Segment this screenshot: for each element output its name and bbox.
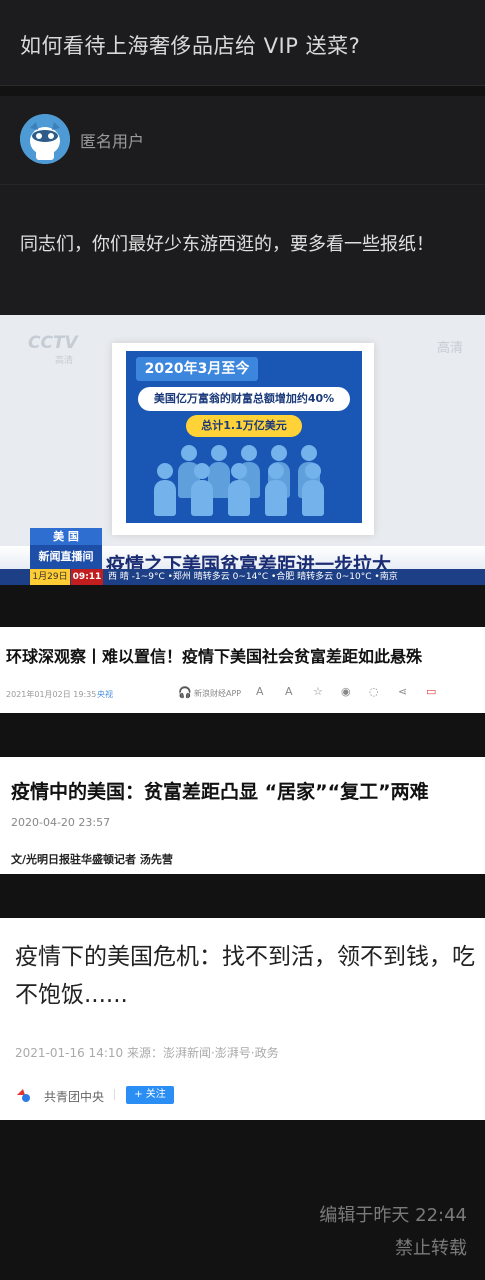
answer-body: 同志们，你们最好少东游西逛的，要多看一些报纸！ [0,184,485,315]
article-screenshot-2[interactable]: 疫情中的美国：贫富差距凸显 “居家”“复工”两难 2020-04-20 23:5… [0,757,485,874]
headphones-icon: 🎧 [178,686,192,699]
channel-badge-name: 新闻直播间 [38,550,94,563]
person-icon [211,445,227,461]
hd-mark: 高清 [436,341,463,356]
article-title: 环球深观察丨难以置信！疫情下美国社会贫富差距如此悬殊 [6,647,423,666]
person-icon [157,463,173,479]
channel-badge: 美 国 新闻直播间 [30,528,102,571]
divider [114,1089,115,1100]
board-stat-line: 美国亿万富翁的财富总额增加约40% [138,387,350,411]
font-decrease-icon: A [256,685,264,698]
article-meta: 2021-01-16 14:10 来源：澎湃新闻·澎湃号·政务 [15,1046,279,1060]
person-icon [181,445,197,461]
font-increase-icon: A [285,685,293,698]
question-title[interactable]: 如何看待上海奢侈品店给 VIP 送菜? [20,30,360,60]
anonymous-avatar-icon[interactable] [20,114,70,164]
ticker-time: 09:11 [71,569,103,585]
article-source: 央视 [97,690,113,699]
info-board-panel: 2020年3月至今 美国亿万富翁的财富总额增加约40% 总计1.1万亿美元 [126,351,362,523]
person-icon [265,480,287,516]
info-board: 2020年3月至今 美国亿万富翁的财富总额增加约40% 总计1.1万亿美元 [112,343,374,535]
article-toolbar: 🎧 新浪财经APP A A ☆ ◉ ◌ ⋖ ▭ [178,685,448,701]
article-screenshot-3[interactable]: 疫情下的美国危机：找不到活，领不到钱，吃不饱饭...... 2021-01-16… [0,918,485,1120]
person-icon [194,463,210,479]
account-logo-icon [15,1087,31,1103]
person-icon [271,445,287,461]
people-icons [150,445,340,517]
article-time: 2020-04-20 23:57 [11,816,111,829]
author-bar: 匿名用户 [0,96,485,184]
person-icon [241,445,257,461]
weather-ticker: 1月29日 09:11 西 晴 -1~9°C •郑州 晴转多云 0~14°C •… [0,569,485,585]
share-icon: ⋖ [398,685,408,698]
channel-badge-top: 美 国 [30,528,102,545]
person-icon [305,463,321,479]
comment-icon: ▭ [426,685,437,698]
person-icon [301,445,317,461]
repost-notice: 禁止转载 [395,1238,467,1259]
author-name[interactable]: 匿名用户 [80,128,144,152]
weibo-icon: ◉ [341,685,351,698]
person-icon [154,480,176,516]
person-icon [302,480,324,516]
article-title: 疫情中的美国：贫富差距凸显 “居家”“复工”两难 [11,781,429,803]
article-screenshot-1[interactable]: 环球深观察丨难以置信！疫情下美国社会贫富差距如此悬殊 2021年01月02日 1… [0,627,485,713]
board-date: 2020年3月至今 [136,357,258,381]
person-icon [228,480,250,516]
article-date: 2021年01月02日 19:35 [6,690,97,699]
cctv-logo-sub: 高清 [55,356,74,366]
person-icon [231,463,247,479]
answer-text: 同志们，你们最好少东游西逛的，要多看一些报纸！ [20,234,434,255]
follow-button[interactable]: + 关注 [126,1086,174,1104]
app-label: 新浪财经APP [194,689,242,698]
wechat-icon: ◌ [369,685,379,698]
article-author: 文/光明日报驻华盛顿记者 汤先营 [11,853,173,866]
account-name: 共青团中央 [44,1090,105,1104]
article-title: 疫情下的美国危机：找不到活，领不到钱，吃不饱饭...... [15,944,475,1008]
board-total-line: 总计1.1万亿美元 [186,415,302,437]
star-icon: ☆ [313,685,323,698]
edit-time: 编辑于昨天 22:44 [319,1205,467,1226]
question-header: 如何看待上海奢侈品店给 VIP 送菜? [0,0,485,86]
ticker-date: 1月29日 [30,569,70,585]
person-icon [268,463,284,479]
person-icon [191,480,213,516]
ticker-text: 西 晴 -1~9°C •郑州 晴转多云 0~14°C •合肥 晴转多云 0~10… [108,572,398,582]
tv-news-screenshot[interactable]: CCTV 高清 高清 2020年3月至今 美国亿万富翁的财富总额增加约40% 总… [0,315,485,585]
cctv-logo: CCTV [28,333,78,353]
